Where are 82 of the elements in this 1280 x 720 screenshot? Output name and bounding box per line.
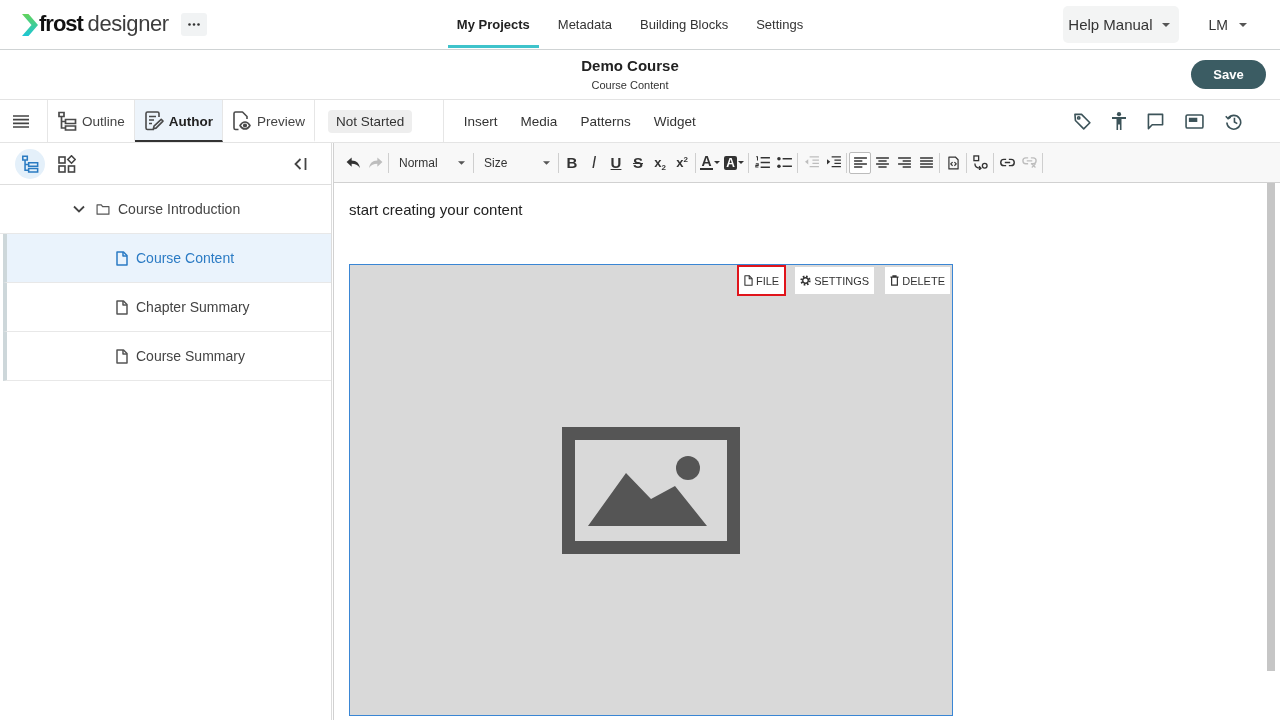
menu-item[interactable]: Insert (452, 113, 510, 129)
subscript-button[interactable]: x$_{2}$ (649, 151, 671, 174)
page-icon (116, 250, 128, 266)
format-dropdown[interactable]: Normal (391, 151, 471, 174)
status-badge: Not Started (328, 109, 413, 133)
nav-tab[interactable]: Building Blocks (631, 0, 738, 48)
menu-icon[interactable] (13, 114, 29, 128)
blocks-icon (58, 154, 76, 173)
person-icon[interactable] (1112, 112, 1126, 130)
history-icon[interactable] (1225, 112, 1242, 130)
collapse-icon[interactable] (293, 156, 307, 171)
text-color-button[interactable]: A (698, 151, 722, 174)
tree-item[interactable]: Course Summary (3, 332, 331, 381)
dots-icon (187, 23, 200, 26)
caret-icon (1161, 22, 1170, 27)
source-icon (947, 155, 959, 170)
menu-item[interactable]: Widget (642, 113, 708, 129)
menu-item[interactable]: Patterns (568, 113, 643, 129)
mode-tab[interactable]: Outline (48, 100, 135, 142)
scrollbar[interactable] (1267, 183, 1275, 671)
underline-button[interactable]: U (605, 151, 627, 174)
chevron-down-icon[interactable] (73, 205, 85, 213)
caret-icon (543, 160, 550, 165)
user-menu-button[interactable]: LM (1198, 6, 1257, 43)
caret-icon (737, 161, 744, 164)
superscript-button[interactable]: x$^{2}$ (671, 151, 693, 174)
mode-tab[interactable]: Preview (223, 100, 316, 142)
page-icon (116, 348, 128, 364)
align-right-icon (897, 157, 911, 168)
tree-structure-icon (21, 154, 39, 173)
folder-icon (96, 203, 110, 215)
delete-button[interactable]: DELETE (883, 265, 952, 296)
tree-item[interactable]: Chapter Summary (3, 283, 331, 332)
tree-structure-icon (57, 111, 77, 131)
speech-bubble-icon[interactable] (1147, 112, 1164, 130)
caret-icon (1239, 22, 1247, 27)
page-icon (116, 299, 128, 315)
settings-button[interactable]: SETTINGS (793, 265, 877, 296)
mode-tab[interactable]: Author (134, 100, 224, 142)
menu-item[interactable]: Media (509, 113, 569, 129)
nav-tab[interactable]: My Projects (447, 0, 539, 48)
caret-icon (713, 161, 720, 164)
settings-icon (800, 275, 812, 286)
bullet-list-icon (776, 156, 792, 169)
align-left-button[interactable] (849, 151, 871, 174)
help-menu-button[interactable]: Help Manual (1063, 6, 1179, 43)
window-icon[interactable] (1185, 113, 1204, 129)
image-placeholder-icon (562, 426, 740, 554)
text-direction-icon (972, 155, 988, 170)
indent-icon (825, 156, 841, 169)
chevron-logo-icon (22, 13, 38, 36)
tree-view-button[interactable] (15, 148, 45, 179)
align-left-icon (853, 157, 867, 168)
caret-icon (458, 160, 465, 165)
logo-wordmark: frost designer (39, 10, 169, 38)
undo-icon (345, 156, 361, 169)
outdent-icon (803, 156, 819, 169)
redo-icon (367, 156, 383, 169)
bold-button[interactable]: B (561, 151, 583, 174)
nav-tab[interactable]: Metadata (548, 0, 621, 48)
file-button[interactable]: FILE (736, 265, 787, 296)
document-pencil-icon (143, 111, 164, 131)
size-dropdown[interactable]: Size (476, 151, 556, 174)
tag-icon[interactable] (1074, 112, 1091, 130)
italic-button[interactable]: I (583, 151, 605, 174)
course-title: Demo Course (581, 57, 679, 75)
numbered-list-icon (754, 156, 770, 169)
course-subtitle: Course Content (591, 78, 669, 92)
unlink-icon (1021, 157, 1037, 168)
more-button[interactable] (180, 13, 207, 36)
save-button[interactable]: Save (1191, 60, 1266, 89)
justify-icon (919, 157, 933, 168)
background-color-button[interactable]: A (722, 151, 746, 174)
nav-tab[interactable]: Settings (747, 0, 813, 48)
trash-icon (890, 275, 900, 286)
tree-item[interactable]: Course Content (3, 234, 331, 283)
document-eye-icon (232, 111, 253, 131)
editor-paragraph: start creating your content (349, 200, 524, 220)
align-center-icon (875, 157, 889, 168)
page-icon (743, 275, 753, 286)
link-icon (999, 158, 1015, 167)
strikethrough-button[interactable]: S (627, 151, 649, 174)
